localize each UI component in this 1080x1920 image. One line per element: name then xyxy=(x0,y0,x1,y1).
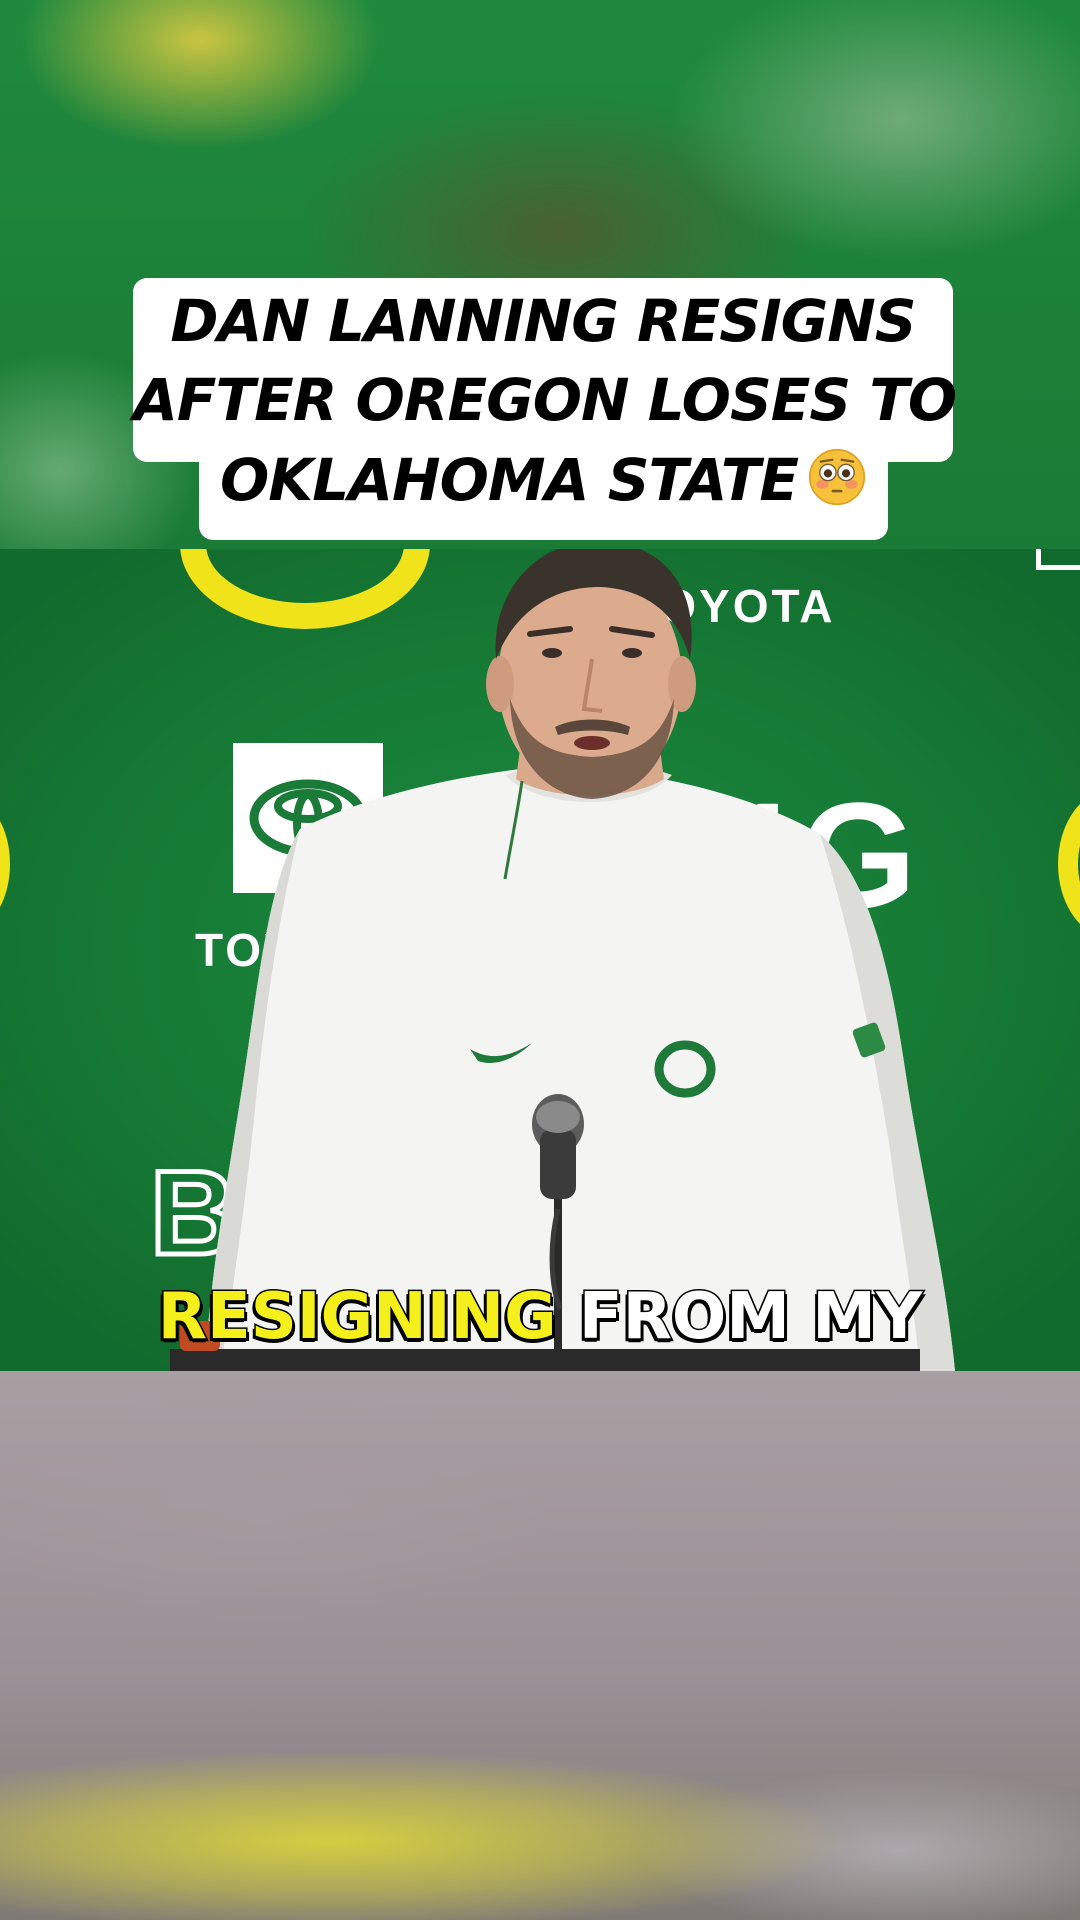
headline-line-1: DAN LANNING RESIGNS xyxy=(170,287,916,355)
video-frame[interactable]: TOYOTA TOYO B1G B xyxy=(0,549,1080,1371)
flushed-face-emoji-icon xyxy=(808,448,866,506)
headline-line-3-wrap: OKLAHOMA STATE xyxy=(133,440,953,520)
caption-highlight-word: RESIGNING xyxy=(156,1279,558,1356)
subtitle-caption: RESIGNING FROM MY xyxy=(0,1277,1080,1357)
caption-rest: FROM MY xyxy=(577,1279,923,1356)
headline-card: DAN LANNING RESIGNS AFTER OREGON LOSES T… xyxy=(133,278,957,540)
blurred-background-bottom xyxy=(0,1371,1080,1920)
headline-line-3: OKLAHOMA STATE xyxy=(219,446,799,514)
headline-line-2: AFTER OREGON LOSES TO xyxy=(133,366,957,434)
coach-speaking xyxy=(170,549,955,1371)
